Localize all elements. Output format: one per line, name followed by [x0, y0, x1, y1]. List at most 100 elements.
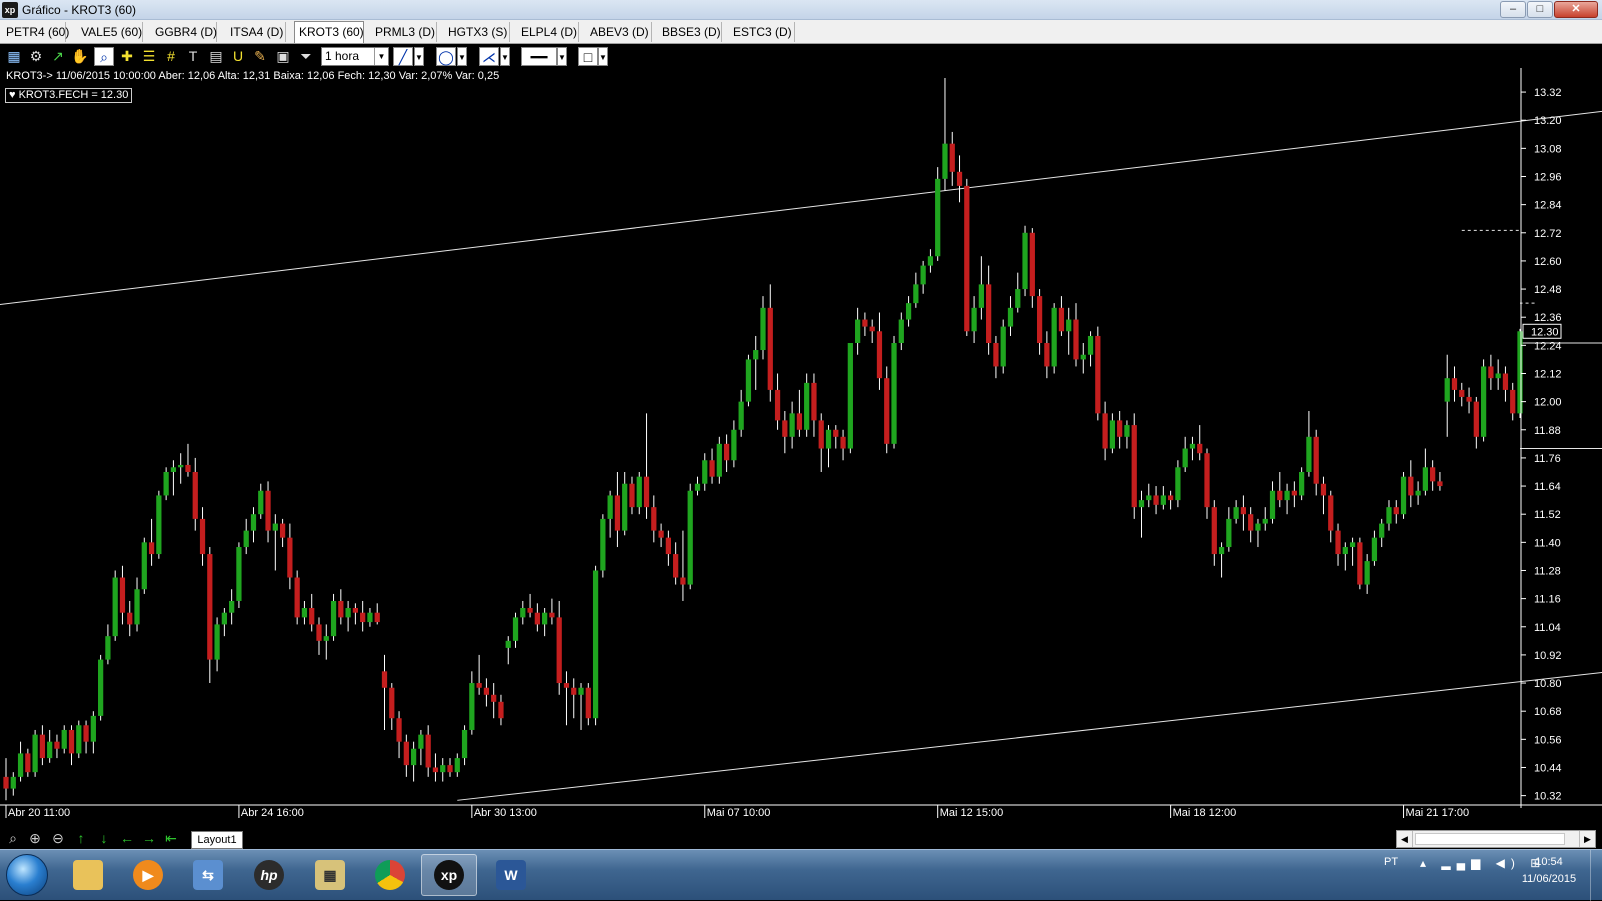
candle-body	[935, 178, 941, 257]
color-box-icon[interactable]: □	[578, 47, 598, 66]
ellipse-tool-icon[interactable]: ◯	[436, 47, 456, 66]
tab-prml3[interactable]: PRML3 (D)	[371, 22, 437, 42]
show-desktop-button[interactable]	[1590, 850, 1602, 901]
color-box-dropdown[interactable]: ▼	[598, 47, 608, 66]
y-tick-label: 12.60	[1534, 256, 1562, 268]
candle-body	[1189, 443, 1196, 449]
scroll-left-icon[interactable]: ◀	[1397, 831, 1413, 847]
hand-pan-icon[interactable]: ✋	[70, 47, 90, 66]
candle	[294, 570, 300, 625]
arrow-down-icon[interactable]: ↓	[94, 829, 114, 848]
price-chart[interactable]: 13.32 13.20 13.08 12.96 12.84 12.72 12.60 12.48…	[0, 68, 1602, 828]
scroll-right-icon[interactable]: ▶	[1579, 831, 1595, 847]
clock-date[interactable]: 11/06/2015	[1514, 873, 1584, 885]
tab-elpl4[interactable]: ELPL4 (D)	[517, 22, 579, 42]
xp-icon: xp	[434, 860, 464, 890]
paint-icon[interactable]: ✎	[250, 47, 270, 66]
fan-tool-dropdown[interactable]: ▼	[500, 47, 510, 66]
taskbar-media-player[interactable]: ▶	[120, 854, 176, 896]
line-tool-dropdown[interactable]: ▼	[414, 47, 424, 66]
candle-body	[39, 734, 46, 759]
candle	[1400, 471, 1407, 519]
candle-body	[352, 608, 359, 613]
tab-ggbr4[interactable]: GGBR4 (D)	[151, 22, 217, 42]
calculator-icon[interactable]: ▤	[206, 47, 226, 66]
tray-language[interactable]: PT	[1384, 856, 1398, 868]
arrow-right-icon[interactable]: →	[139, 829, 159, 848]
y-tick-label: 10.68	[1534, 706, 1562, 718]
zoom-out-icon[interactable]: ⊖	[48, 829, 68, 848]
candle	[847, 343, 853, 454]
arrow-left-icon[interactable]: ←	[117, 829, 137, 848]
series-legend[interactable]: ♥ KROT3.FECH = 12.30	[5, 88, 133, 103]
scroll-thumb[interactable]	[1415, 833, 1565, 845]
taskbar-network[interactable]: ⇆	[180, 854, 236, 896]
ellipse-tool-dropdown[interactable]: ▼	[457, 47, 467, 66]
filter-icon[interactable]: ⏷	[296, 47, 316, 66]
candle-body	[287, 537, 293, 578]
candle-body	[673, 554, 679, 578]
start-button[interactable]	[6, 854, 48, 896]
clipboard-icon[interactable]: ▣	[273, 47, 293, 66]
clock-time[interactable]: 10:54	[1514, 856, 1584, 868]
maximize-button[interactable]: □	[1527, 1, 1553, 18]
y-tick-label: 11.28	[1534, 565, 1561, 577]
line-tool-icon[interactable]: ╱	[393, 47, 413, 66]
tab-krot3[interactable]: KROT3 (60)	[294, 21, 364, 43]
line-draw-icon[interactable]: ↗	[48, 47, 68, 66]
fibonacci-icon[interactable]: ☰	[139, 47, 159, 66]
x-tick-label: Mai 18 12:00	[1173, 807, 1237, 819]
candle-body	[491, 694, 497, 702]
period-select[interactable]: 1 hora ▼	[321, 47, 389, 66]
arrow-first-icon[interactable]: ⇤	[161, 829, 181, 848]
minimize-button[interactable]: –	[1500, 1, 1526, 18]
tab-hgtx3[interactable]: HGTX3 (S)	[444, 22, 510, 42]
line-style-dropdown[interactable]: ▼	[557, 47, 567, 66]
tab-abev3[interactable]: ABEV3 (D)	[586, 22, 652, 42]
candle-body	[1131, 425, 1137, 508]
y-tick-label: 12.96	[1534, 171, 1562, 183]
taskbar-hp[interactable]: hp	[241, 854, 297, 896]
candle-body	[1342, 547, 1348, 555]
taskbar-word[interactable]: W	[483, 854, 539, 896]
candle-body	[345, 608, 351, 618]
zoom-in-icon[interactable]: ⊕	[25, 829, 45, 848]
arrow-up-icon[interactable]: ↑	[71, 829, 91, 848]
tab-vale5[interactable]: VALE5 (60)	[77, 22, 143, 42]
line-style-icon[interactable]: ━━	[521, 47, 557, 66]
candle-body	[782, 420, 788, 437]
chart-type-icon[interactable]: ▦	[4, 47, 24, 66]
tab-bbse3[interactable]: BBSE3 (D)	[658, 22, 722, 42]
layout-tab[interactable]: Layout1	[191, 831, 243, 849]
taskbar-xp[interactable]: xp	[421, 854, 477, 896]
tab-itsa4[interactable]: ITSA4 (D)	[226, 22, 286, 42]
text-tool-icon[interactable]: T	[183, 47, 203, 66]
candle-body	[1036, 296, 1043, 344]
taskbar-explorer[interactable]	[60, 854, 116, 896]
crosshair-icon[interactable]: ✚	[117, 47, 137, 66]
settings-gear-icon[interactable]: ⚙	[26, 47, 46, 66]
candle-body	[454, 758, 460, 773]
zoom-icon[interactable]: ⌕	[3, 829, 23, 848]
candle-body	[774, 389, 781, 421]
candle-body	[1204, 453, 1210, 508]
candle-body	[272, 523, 278, 531]
taskbar-archive[interactable]: ▦	[302, 854, 358, 896]
candle-body	[1320, 483, 1327, 496]
chrome-icon	[375, 860, 405, 890]
magnet-icon[interactable]: U	[228, 47, 248, 66]
candle	[1000, 319, 1006, 374]
candle-body	[221, 612, 227, 625]
fan-tool-icon[interactable]: ⋌	[479, 47, 499, 66]
candle-body	[898, 319, 904, 344]
candle-body	[614, 495, 621, 531]
grid-icon[interactable]: #	[161, 47, 181, 66]
candle-body	[1371, 537, 1378, 562]
zoom-chart-icon[interactable]: ⌕	[94, 47, 114, 66]
tab-petr4[interactable]: PETR4 (60)	[2, 22, 69, 42]
taskbar-chrome[interactable]	[362, 854, 418, 896]
tab-estc3[interactable]: ESTC3 (D)	[729, 22, 795, 42]
close-button[interactable]: ✕	[1554, 1, 1598, 18]
y-tick-label: 12.72	[1534, 228, 1562, 240]
horizontal-scrollbar[interactable]: ◀ ▶	[1396, 830, 1596, 848]
